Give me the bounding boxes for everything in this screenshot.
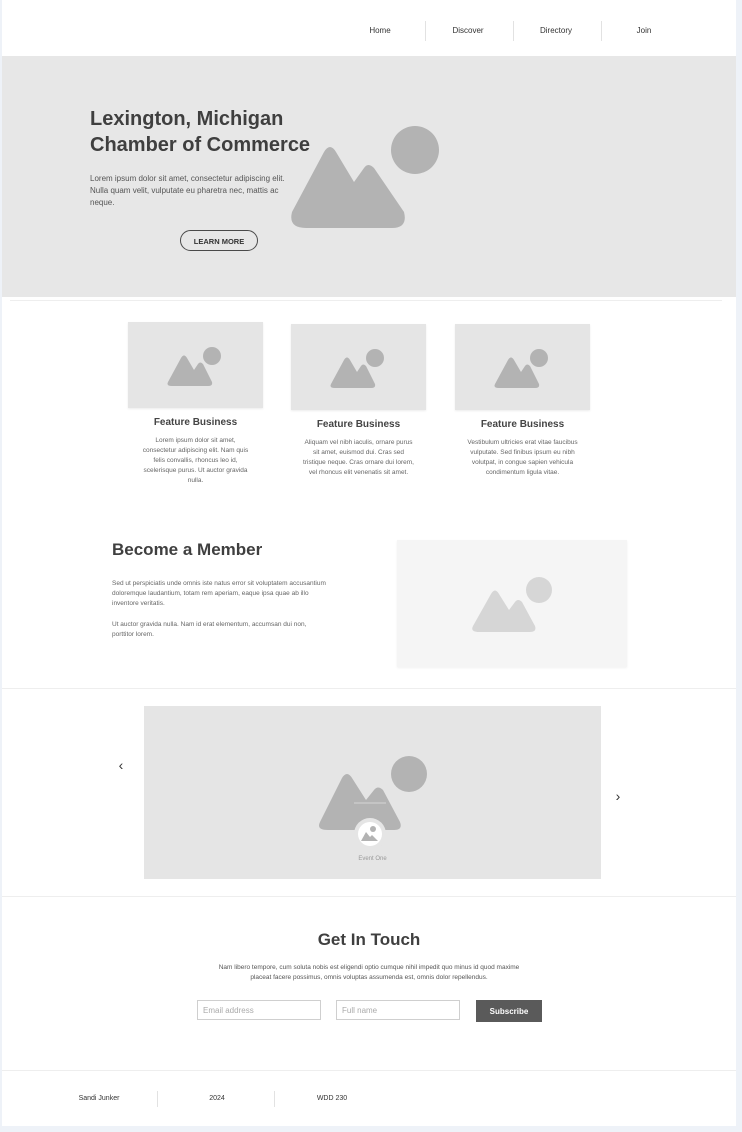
footer-separator [157,1091,158,1107]
learn-more-button[interactable]: LEARN MORE [180,230,258,251]
feature-image [455,324,590,410]
feature-image [291,324,426,410]
section-divider [2,896,736,897]
feature-image [128,322,263,408]
feature-description: Lorem ipsum dolor sit amet, consectetur … [142,437,249,484]
footer-course: WDD 230 [316,1095,348,1102]
subscribe-button[interactable]: Subscribe [476,1000,542,1022]
nav-discover[interactable]: Discover [424,21,512,41]
member-paragraph: Ut auctor gravida nulla. Nam id erat ele… [112,621,307,638]
hero-description: Lorem ipsum dolor sit amet, consectetur … [90,174,285,207]
chevron-left-icon[interactable]: ‹ [113,757,129,773]
section-divider [10,300,722,301]
image-placeholder-icon [167,347,221,386]
feature-description: Vestibulum ultricies erat vitae faucibus… [467,439,578,476]
section-divider [2,688,736,689]
image-placeholder-icon [291,126,439,228]
full-name-field[interactable] [336,1000,460,1020]
feature-title: Feature Business [316,419,401,430]
image-placeholder-icon [472,577,552,632]
image-placeholder-icon [319,756,427,850]
page: Home Discover Directory Join Lexington, … [2,0,736,1126]
chevron-right-icon[interactable]: › [610,788,626,804]
nav-home[interactable]: Home [336,21,424,41]
feature-title: Feature Business [480,419,565,430]
nav-directory[interactable]: Directory [512,21,600,41]
footer-year: 2024 [209,1095,225,1102]
feature-card: Feature Business Vestibulum ultricies er… [455,324,590,478]
footer-author: Sandi Junker [78,1095,120,1102]
member-heading: Become a Member [112,540,263,559]
member-paragraph: Sed ut perspiciatis unde omnis iste natu… [112,580,326,607]
hero-banner: Lexington, Michigan Chamber of Commerce … [2,56,736,297]
nav-join[interactable]: Join [600,21,688,41]
footer-separator [274,1091,275,1107]
feature-card: Feature Business Lorem ipsum dolor sit a… [128,322,263,486]
image-placeholder-icon [494,349,548,388]
feature-title: Feature Business [153,417,238,428]
top-navigation: Home Discover Directory Join [2,0,736,57]
slide-caption: Event One [358,856,387,862]
email-field[interactable] [197,1000,321,1020]
contact-heading: Get In Touch [317,930,421,949]
feature-description: Aliquam vel nibh iaculis, ornare purus s… [303,439,414,476]
member-image [397,540,627,667]
image-placeholder-icon [330,349,384,388]
section-divider [2,1070,736,1071]
feature-card: Feature Business Aliquam vel nibh iaculi… [291,324,426,478]
event-slide: Event One [144,706,601,879]
contact-description: Nam libero tempore, cum soluta nobis est… [218,964,520,981]
